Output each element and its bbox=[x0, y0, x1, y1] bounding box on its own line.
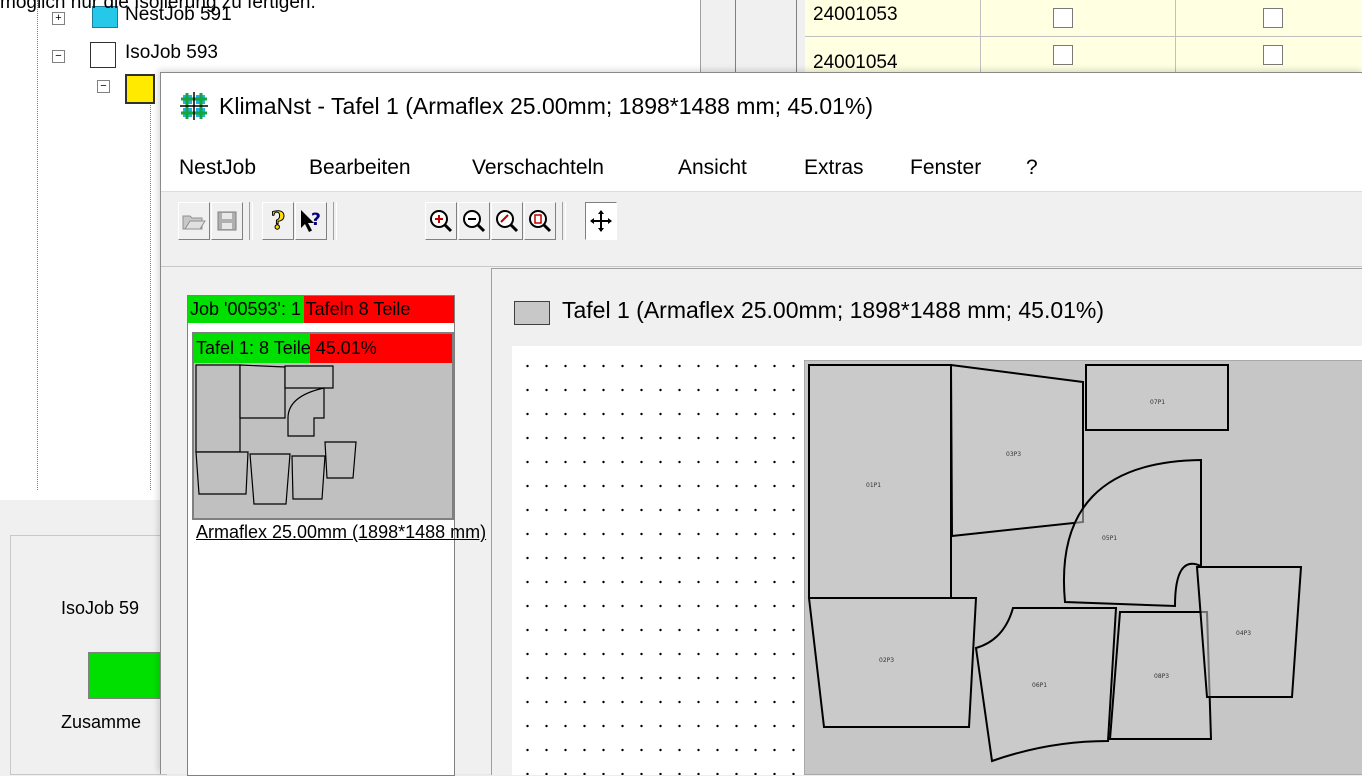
move-button[interactable] bbox=[585, 202, 617, 240]
tree-expander[interactable]: − bbox=[97, 80, 110, 93]
table-cell-id: 24001053 bbox=[813, 4, 898, 25]
background-progress-bar bbox=[88, 652, 168, 699]
tree-item-isojob-593[interactable]: IsoJob 593 bbox=[125, 42, 218, 64]
zoom-fit-icon bbox=[496, 210, 519, 233]
move-arrows-icon bbox=[590, 210, 612, 232]
zoom-page-icon bbox=[529, 210, 552, 233]
zoom-in-button[interactable] bbox=[425, 202, 457, 240]
zoom-in-icon bbox=[430, 210, 453, 233]
nesting-canvas[interactable]: 01P1 03P3 07P1 05P1 02P3 06P1 08P3 04P3 bbox=[512, 346, 1362, 775]
part-label: 03P3 bbox=[1006, 451, 1021, 458]
table-column-divider bbox=[1175, 0, 1176, 80]
part-label: 07P1 bbox=[1150, 399, 1165, 406]
table-checkbox[interactable] bbox=[1263, 45, 1283, 65]
sheet-window-titlebar[interactable]: Tafel 1 (Armaflex 25.00mm; 1898*1488 mm;… bbox=[492, 269, 1362, 344]
context-help-button[interactable]: ? bbox=[295, 202, 327, 240]
toolbar: ? ? bbox=[161, 192, 1362, 267]
klimanst-app-icon bbox=[180, 92, 208, 120]
tree-dotted-line bbox=[150, 80, 151, 490]
open-folder-icon bbox=[182, 215, 206, 230]
plate-thumbnail-preview bbox=[195, 364, 357, 505]
table-cell-id: 24001054 bbox=[813, 52, 898, 73]
background-caption-text: möglich nur die Isolierung zu fertigen. bbox=[0, 0, 316, 13]
part-label: 04P3 bbox=[1236, 630, 1251, 637]
plate-thumbnail-card[interactable]: Tafel 1: 8 Teile 45.01% bbox=[192, 332, 454, 520]
table-checkbox[interactable] bbox=[1053, 45, 1073, 65]
open-button[interactable] bbox=[178, 202, 210, 240]
zoom-out-icon bbox=[463, 210, 486, 233]
sheet-child-window: Tafel 1 (Armaflex 25.00mm; 1898*1488 mm;… bbox=[491, 268, 1362, 775]
sheet-window-icon bbox=[514, 301, 550, 325]
background-table: 24001053 24001054 bbox=[735, 0, 1362, 81]
window-titlebar[interactable]: KlimaNst - Tafel 1 (Armaflex 25.00mm; 18… bbox=[161, 73, 1362, 143]
part-label: 08P3 bbox=[1154, 673, 1169, 680]
zoom-page-button[interactable] bbox=[524, 202, 556, 240]
sheet-drawing: 01P1 03P3 07P1 05P1 02P3 06P1 08P3 04P3 bbox=[804, 360, 1362, 775]
table-splitter bbox=[735, 0, 797, 80]
toolbar-separator bbox=[562, 202, 566, 240]
job-summary-header[interactable]: Job '00593': 1 Tafeln 8 Teile bbox=[188, 296, 454, 323]
help-question-icon: ? bbox=[271, 207, 286, 235]
sheet-window-title: Tafel 1 (Armaflex 25.00mm; 1898*1488 mm;… bbox=[562, 297, 1105, 323]
isojob-icon bbox=[90, 42, 116, 68]
menu-fenster[interactable]: Fenster bbox=[910, 156, 981, 180]
zoom-out-button[interactable] bbox=[458, 202, 490, 240]
help-button[interactable]: ? bbox=[262, 202, 294, 240]
part-label: 02P3 bbox=[879, 657, 894, 664]
save-disk-icon bbox=[217, 211, 237, 231]
menu-verschachteln[interactable]: Verschachteln bbox=[472, 156, 604, 180]
toolbar-separator bbox=[249, 202, 253, 240]
window-title: KlimaNst - Tafel 1 (Armaflex 25.00mm; 18… bbox=[219, 93, 874, 119]
table-checkbox[interactable] bbox=[1263, 8, 1283, 28]
toolbar-separator bbox=[333, 202, 337, 240]
summary-label: Zusamme bbox=[61, 712, 142, 732]
tree-expander[interactable]: − bbox=[52, 50, 65, 63]
klimanst-window: KlimaNst - Tafel 1 (Armaflex 25.00mm; 18… bbox=[160, 72, 1362, 776]
menu-nestjob[interactable]: NestJob bbox=[179, 156, 256, 180]
save-button[interactable] bbox=[211, 202, 243, 240]
zoom-fit-button[interactable] bbox=[491, 202, 523, 240]
job-tree-panel: Job '00593': 1 Tafeln 8 Teile Tafel 1: 8… bbox=[187, 295, 486, 776]
isojob-label: IsoJob 59 bbox=[61, 598, 140, 618]
table-column-divider bbox=[980, 0, 981, 80]
document-icon bbox=[125, 74, 155, 104]
menu-ansicht[interactable]: Ansicht bbox=[678, 156, 747, 180]
menu-extras[interactable]: Extras bbox=[804, 156, 864, 180]
part-label: 05P1 bbox=[1102, 535, 1117, 542]
menu-help[interactable]: ? bbox=[1026, 156, 1038, 180]
menu-bar: NestJob Bearbeiten Verschachteln Ansicht… bbox=[161, 143, 1362, 192]
table-checkbox[interactable] bbox=[1053, 8, 1073, 28]
plate-summary-header: Tafel 1: 8 Teile 45.01% bbox=[194, 334, 452, 363]
menu-bearbeiten[interactable]: Bearbeiten bbox=[309, 156, 411, 180]
plate-material-label[interactable]: Armaflex 25.00mm (1898*1488 mm) bbox=[196, 522, 486, 543]
nested-part bbox=[1085, 364, 1229, 431]
part-label: 01P1 bbox=[866, 482, 881, 489]
svg-text:?: ? bbox=[311, 210, 321, 230]
svg-text:?: ? bbox=[271, 207, 285, 235]
tree-dotted-line bbox=[37, 0, 38, 490]
context-help-pointer-icon: ? bbox=[301, 210, 321, 232]
part-label: 06P1 bbox=[1032, 682, 1047, 689]
